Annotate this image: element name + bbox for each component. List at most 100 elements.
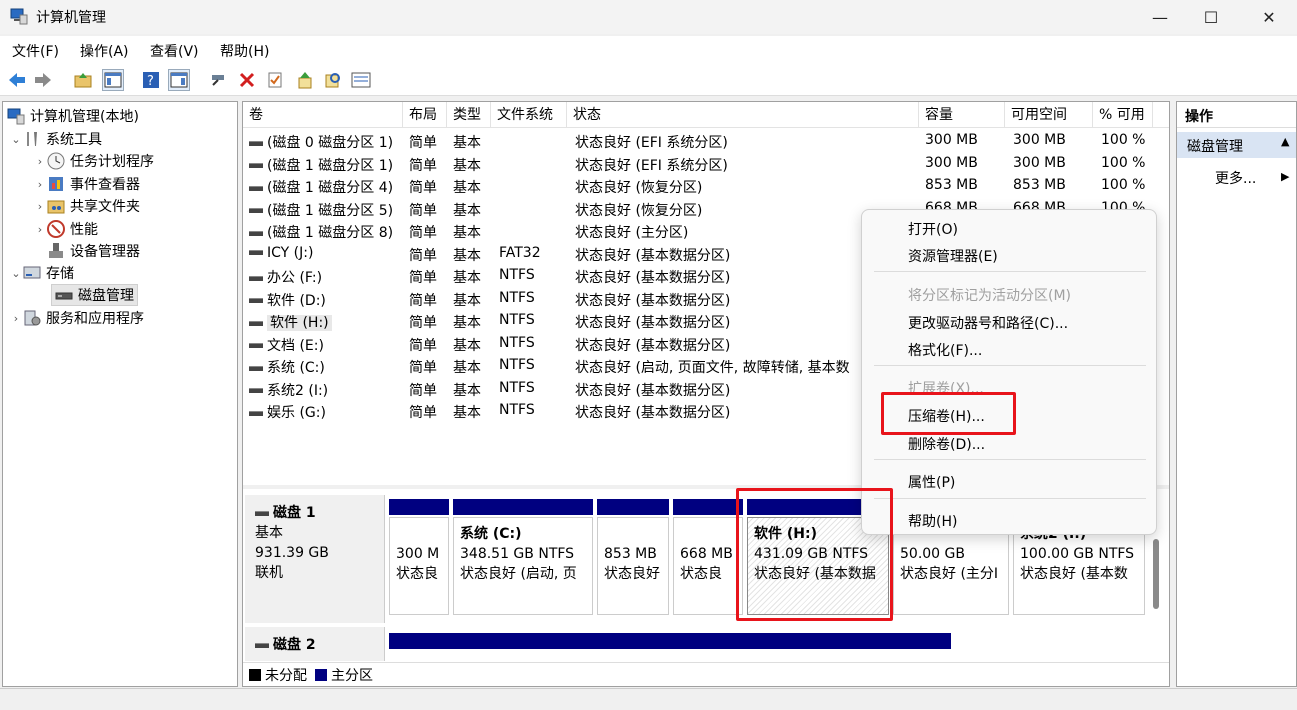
menu-mark-active: 将分区标记为活动分区(M) xyxy=(908,288,1072,304)
volume-drive-icon xyxy=(249,365,263,371)
disk-view-scrollbar[interactable] xyxy=(1153,539,1159,609)
volume-row[interactable]: (磁盘 1 磁盘分区 1) 简单 基本 状态良好 (EFI 系统分区) 300 MB 30… xyxy=(243,153,1169,176)
partition-bar xyxy=(597,499,669,515)
col-volume[interactable]: 卷 xyxy=(243,102,403,128)
menu-action[interactable]: 操作(A) xyxy=(80,41,129,61)
storage-icon xyxy=(23,264,41,282)
menu-change-drive-letter[interactable]: 更改驱动器号和路径(C)... xyxy=(908,313,1068,333)
up-folder-icon[interactable] xyxy=(72,69,94,91)
show-hide-tree-icon[interactable] xyxy=(102,69,124,91)
properties-icon[interactable] xyxy=(264,69,286,91)
export-icon[interactable] xyxy=(294,69,316,91)
volume-cell: 基本 xyxy=(453,180,481,196)
tree-label: 计算机管理(本地) xyxy=(30,109,139,125)
col-layout[interactable]: 布局 xyxy=(403,102,447,128)
volume-cell: 基本 xyxy=(453,202,481,219)
actions-more[interactable]: 更多... ▶ xyxy=(1215,168,1295,190)
disk1-header[interactable]: 磁盘 1 基本 931.39 GB 联机 xyxy=(245,495,385,623)
shared-folder-icon xyxy=(47,197,65,215)
tree-item-device-manager[interactable]: 设备管理器 xyxy=(47,240,140,262)
disk2-header[interactable]: 磁盘 2 xyxy=(245,627,385,661)
actions-pane: 操作 磁盘管理 ▲ 更多... ▶ xyxy=(1176,101,1297,687)
actions-more-label: 更多... xyxy=(1215,171,1257,187)
col-capacity[interactable]: 容量 xyxy=(919,102,1005,128)
volume-cell: 基本 xyxy=(453,337,481,354)
chevron-right-icon[interactable]: › xyxy=(33,178,47,191)
menu-properties[interactable]: 属性(P) xyxy=(908,472,955,492)
menu-file[interactable]: 文件(F) xyxy=(12,41,59,61)
partition-title: 系统 (C:) xyxy=(460,526,522,542)
tree-label: 系统工具 xyxy=(46,132,102,148)
volume-drive-icon xyxy=(249,388,263,393)
volume-cell: 状态良好 (EFI 系统分区) xyxy=(575,135,728,151)
col-type[interactable]: 类型 xyxy=(447,102,491,128)
find-icon[interactable] xyxy=(322,69,344,91)
disk1-partition[interactable]: 300 M 状态良 xyxy=(387,499,451,619)
chevron-right-icon[interactable]: › xyxy=(33,200,47,213)
legend-primary: 主分区 xyxy=(331,667,373,684)
partition-size: 100.00 GB NTFS xyxy=(1020,546,1135,562)
disk1-partition[interactable]: 系统 (C:) 348.51 GB NTFS 状态良好 (启动, 页 xyxy=(451,499,595,619)
tree-item-event-viewer[interactable]: › 事件查看器 xyxy=(33,173,140,195)
computer-management-icon xyxy=(7,107,25,125)
chevron-down-icon[interactable]: ⌄ xyxy=(9,133,23,146)
close-button[interactable]: ✕ xyxy=(1246,0,1292,34)
volume-cell: 基本 xyxy=(453,135,481,151)
tree-item-shared-folders[interactable]: › 共享文件夹 xyxy=(33,195,140,217)
tree-label: 事件查看器 xyxy=(70,177,140,193)
settings-icon[interactable] xyxy=(350,69,372,91)
tree-item-root[interactable]: 计算机管理(本地) xyxy=(7,105,139,127)
volume-cell: 软件 (D:) xyxy=(249,290,326,310)
tree-item-system-tools[interactable]: ⌄ 系统工具 xyxy=(9,128,102,150)
disk1-partition[interactable]: 668 MB 状态良 xyxy=(671,499,745,619)
actions-section-disk-management[interactable]: 磁盘管理 ▲ xyxy=(1177,132,1296,158)
col-filesystem[interactable]: 文件系统 xyxy=(491,102,567,128)
tree-item-performance[interactable]: › 性能 xyxy=(33,218,98,240)
tree-item-services[interactable]: › 服务和应用程序 xyxy=(9,307,144,329)
volume-row[interactable]: (磁盘 1 磁盘分区 4) 简单 基本 状态良好 (恢复分区) 853 MB 853 MB… xyxy=(243,175,1169,198)
volume-cell: 系统2 (I:) xyxy=(249,380,328,400)
arrow-right-icon: ▶ xyxy=(1281,170,1290,183)
back-arrow-icon[interactable] xyxy=(6,69,28,91)
chevron-right-icon[interactable]: › xyxy=(33,223,47,236)
col-status[interactable]: 状态 xyxy=(567,102,919,128)
partition-status: 状态良好 (启动, 页 xyxy=(460,566,577,582)
show-hide-action-pane-icon[interactable] xyxy=(168,69,190,91)
help-icon[interactable]: ? xyxy=(140,69,162,91)
col-free-space[interactable]: 可用空间 xyxy=(1005,102,1093,128)
chevron-right-icon[interactable]: › xyxy=(9,312,23,325)
forward-arrow-icon[interactable] xyxy=(32,69,54,91)
services-icon xyxy=(23,309,41,327)
volume-cell: FAT32 xyxy=(499,244,541,261)
menu-help-item[interactable]: 帮助(H) xyxy=(908,511,957,531)
maximize-button[interactable]: ☐ xyxy=(1188,0,1234,34)
connect-icon[interactable] xyxy=(208,69,230,91)
chevron-down-icon[interactable]: ⌄ xyxy=(9,267,23,280)
volume-cell: 简单 xyxy=(409,202,437,219)
disk1-partition[interactable]: 853 MB 状态良好 xyxy=(595,499,671,619)
volume-cell: 状态良好 (基本数据分区) xyxy=(575,247,731,264)
partition-body: 系统 (C:) 348.51 GB NTFS 状态良好 (启动, 页 xyxy=(453,517,593,615)
menu-help[interactable]: 帮助(H) xyxy=(220,41,269,61)
disk2-partition-bar[interactable] xyxy=(389,633,951,649)
volume-row[interactable]: (磁盘 0 磁盘分区 1) 简单 基本 状态良好 (EFI 系统分区) 300 MB 30… xyxy=(243,130,1169,153)
minimize-button[interactable]: — xyxy=(1137,0,1183,34)
unallocated-swatch xyxy=(249,668,261,681)
menu-view[interactable]: 查看(V) xyxy=(150,41,199,61)
menu-explorer[interactable]: 资源管理器(E) xyxy=(908,246,998,266)
col-percent-free[interactable]: % 可用 xyxy=(1093,102,1153,128)
partition-body: 300 M 状态良 xyxy=(389,517,449,615)
volume-cell: (磁盘 1 磁盘分区 8) xyxy=(249,222,393,242)
chevron-right-icon[interactable]: › xyxy=(33,155,47,168)
tree-item-disk-management[interactable]: 磁盘管理 xyxy=(51,284,138,306)
disk2-name: 磁盘 2 xyxy=(273,637,316,653)
menu-open[interactable]: 打开(O) xyxy=(908,219,958,239)
menu-delete-volume[interactable]: 删除卷(D)... xyxy=(908,434,985,454)
tree-item-task-scheduler[interactable]: › 任务计划程序 xyxy=(33,150,154,172)
collapse-up-icon[interactable]: ▲ xyxy=(1281,135,1289,148)
delete-icon[interactable] xyxy=(236,69,258,91)
volume-cell: 300 MB xyxy=(1013,154,1066,171)
tree-item-storage[interactable]: ⌄ 存储 xyxy=(9,262,74,284)
volume-name: 文档 (E:) xyxy=(267,337,324,354)
menu-format[interactable]: 格式化(F)... xyxy=(908,340,982,360)
